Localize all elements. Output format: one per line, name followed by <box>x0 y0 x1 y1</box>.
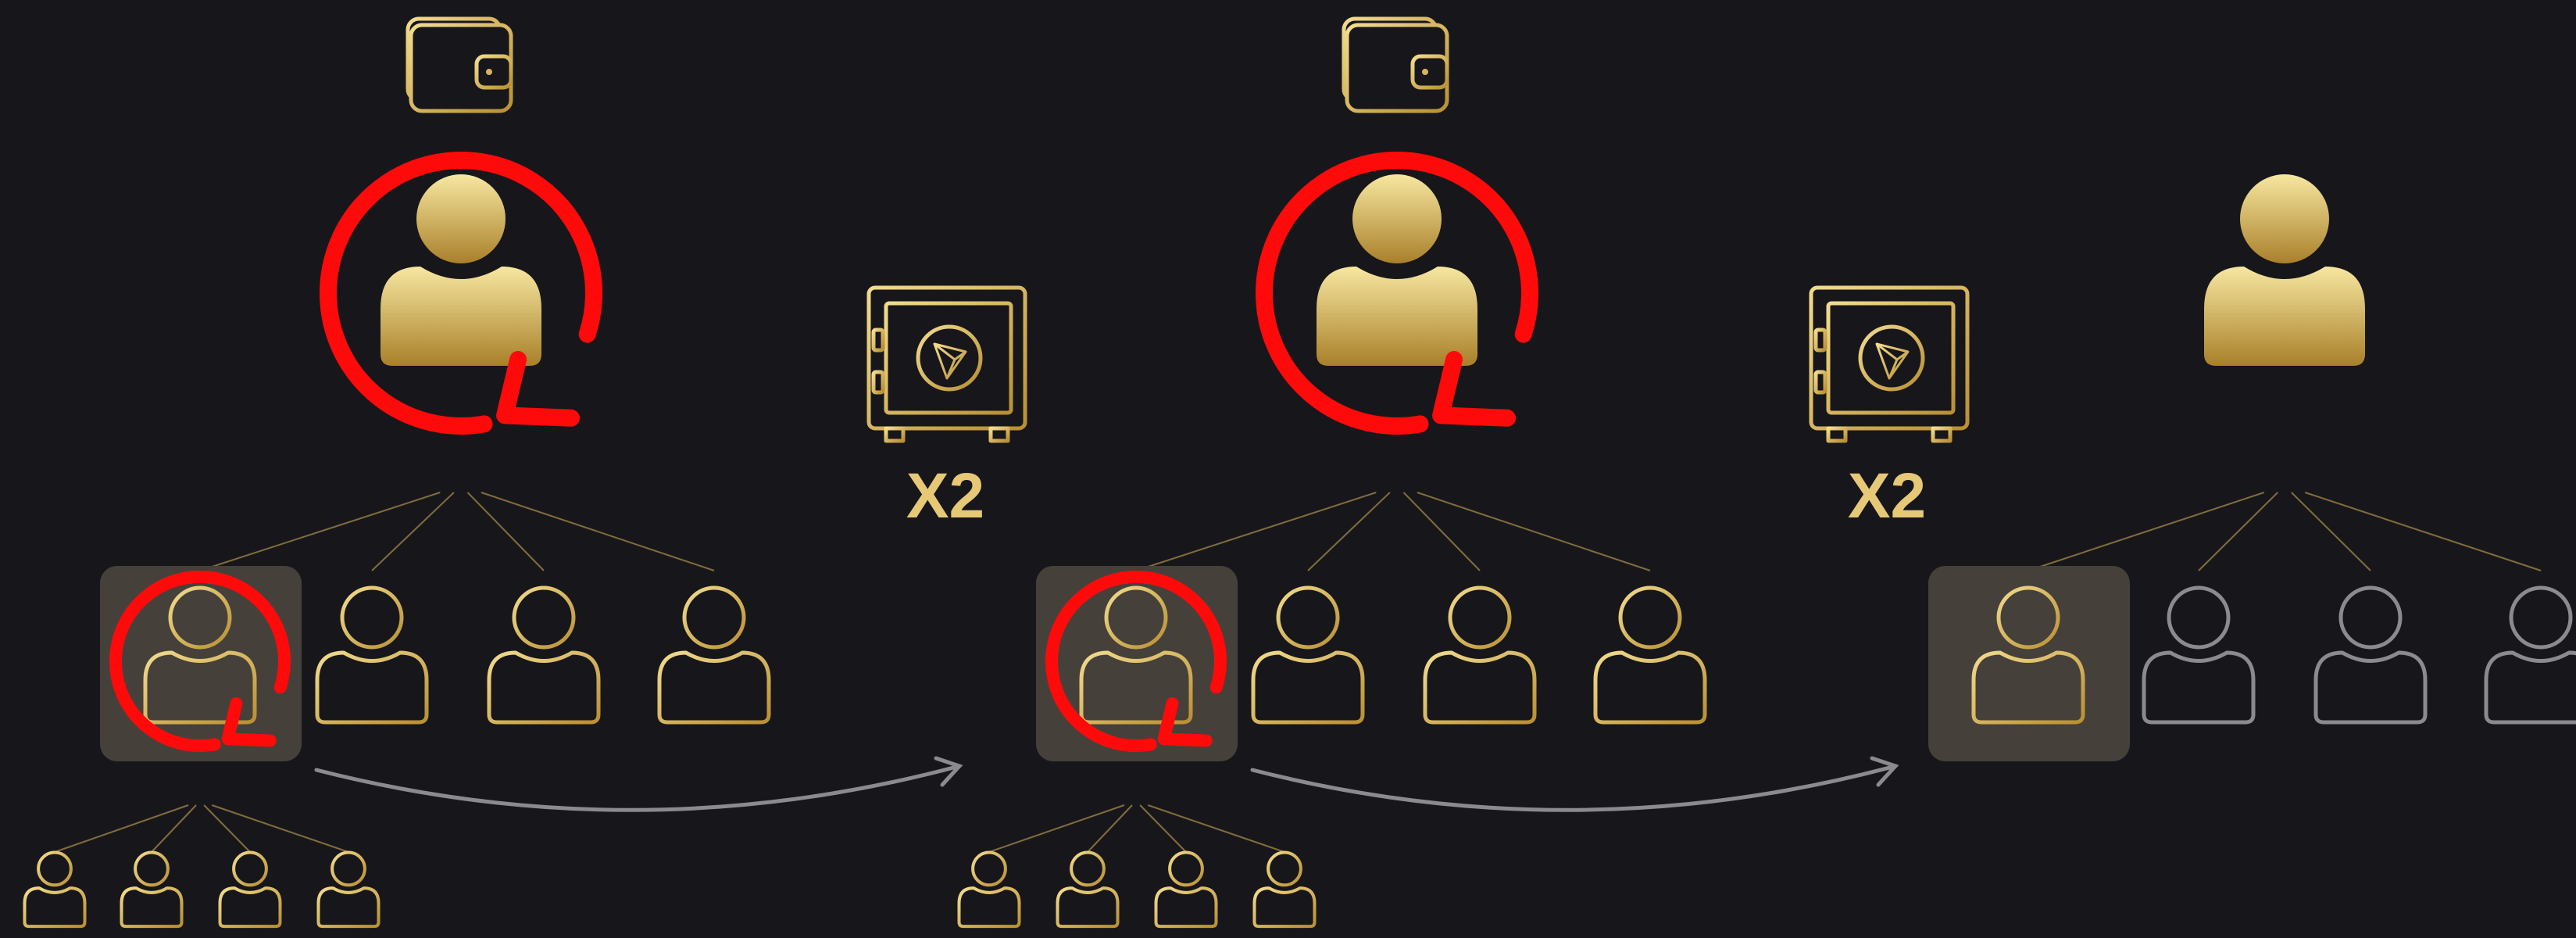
connector-line <box>371 492 455 571</box>
connector-line <box>199 492 441 571</box>
user-icon <box>1593 585 1707 725</box>
user-icon <box>487 585 601 725</box>
safe-icon <box>866 285 1027 443</box>
connector-line <box>211 804 349 853</box>
multiplier-label: X2 <box>906 460 985 532</box>
user-icon <box>1056 850 1120 929</box>
connector-line <box>1135 492 1377 571</box>
user-icon <box>2142 585 2256 725</box>
user-icon <box>2313 585 2428 725</box>
connector-line <box>1087 804 1133 853</box>
highlight-box <box>1036 566 1238 761</box>
safe-icon <box>1809 285 1970 443</box>
matrix-diagram: X2 X2 <box>0 0 2576 938</box>
user-icon <box>1317 174 1477 366</box>
connector-line <box>1147 804 1285 853</box>
connector-line <box>1402 492 1481 571</box>
connector-line <box>481 492 715 571</box>
connector-line <box>1417 492 1651 571</box>
connector-line <box>466 492 545 571</box>
connector-line <box>1307 492 1391 571</box>
curved-arrow-icon <box>314 756 963 812</box>
wallet-icon <box>1342 16 1449 113</box>
diagram-canvas <box>23 16 2576 929</box>
user-icon <box>218 850 282 929</box>
connector-line <box>151 804 197 853</box>
connector-line <box>2291 492 2371 571</box>
connector-line <box>2198 492 2278 571</box>
user-icon <box>381 174 541 366</box>
user-icon <box>2484 585 2576 725</box>
connector-line <box>203 804 251 853</box>
multiplier-label: X2 <box>1847 460 1927 532</box>
user-icon <box>657 585 771 725</box>
connector-line <box>988 804 1125 853</box>
user-icon <box>2204 174 2365 366</box>
connector-line <box>54 804 189 853</box>
user-icon <box>1423 585 1537 725</box>
highlight-box <box>100 566 302 761</box>
user-icon <box>1251 585 1365 725</box>
user-icon <box>1154 850 1218 929</box>
user-icon <box>1252 850 1317 929</box>
highlight-box <box>1928 566 2130 761</box>
user-icon <box>315 585 429 725</box>
wallet-icon <box>406 16 513 113</box>
user-icon <box>120 850 184 929</box>
connector-line <box>2028 492 2265 571</box>
user-icon <box>23 850 87 929</box>
connector-line <box>1139 804 1187 853</box>
user-icon <box>957 850 1021 929</box>
connector-line <box>2304 492 2542 571</box>
curved-arrow-icon <box>1250 756 1899 812</box>
user-icon <box>316 850 381 929</box>
